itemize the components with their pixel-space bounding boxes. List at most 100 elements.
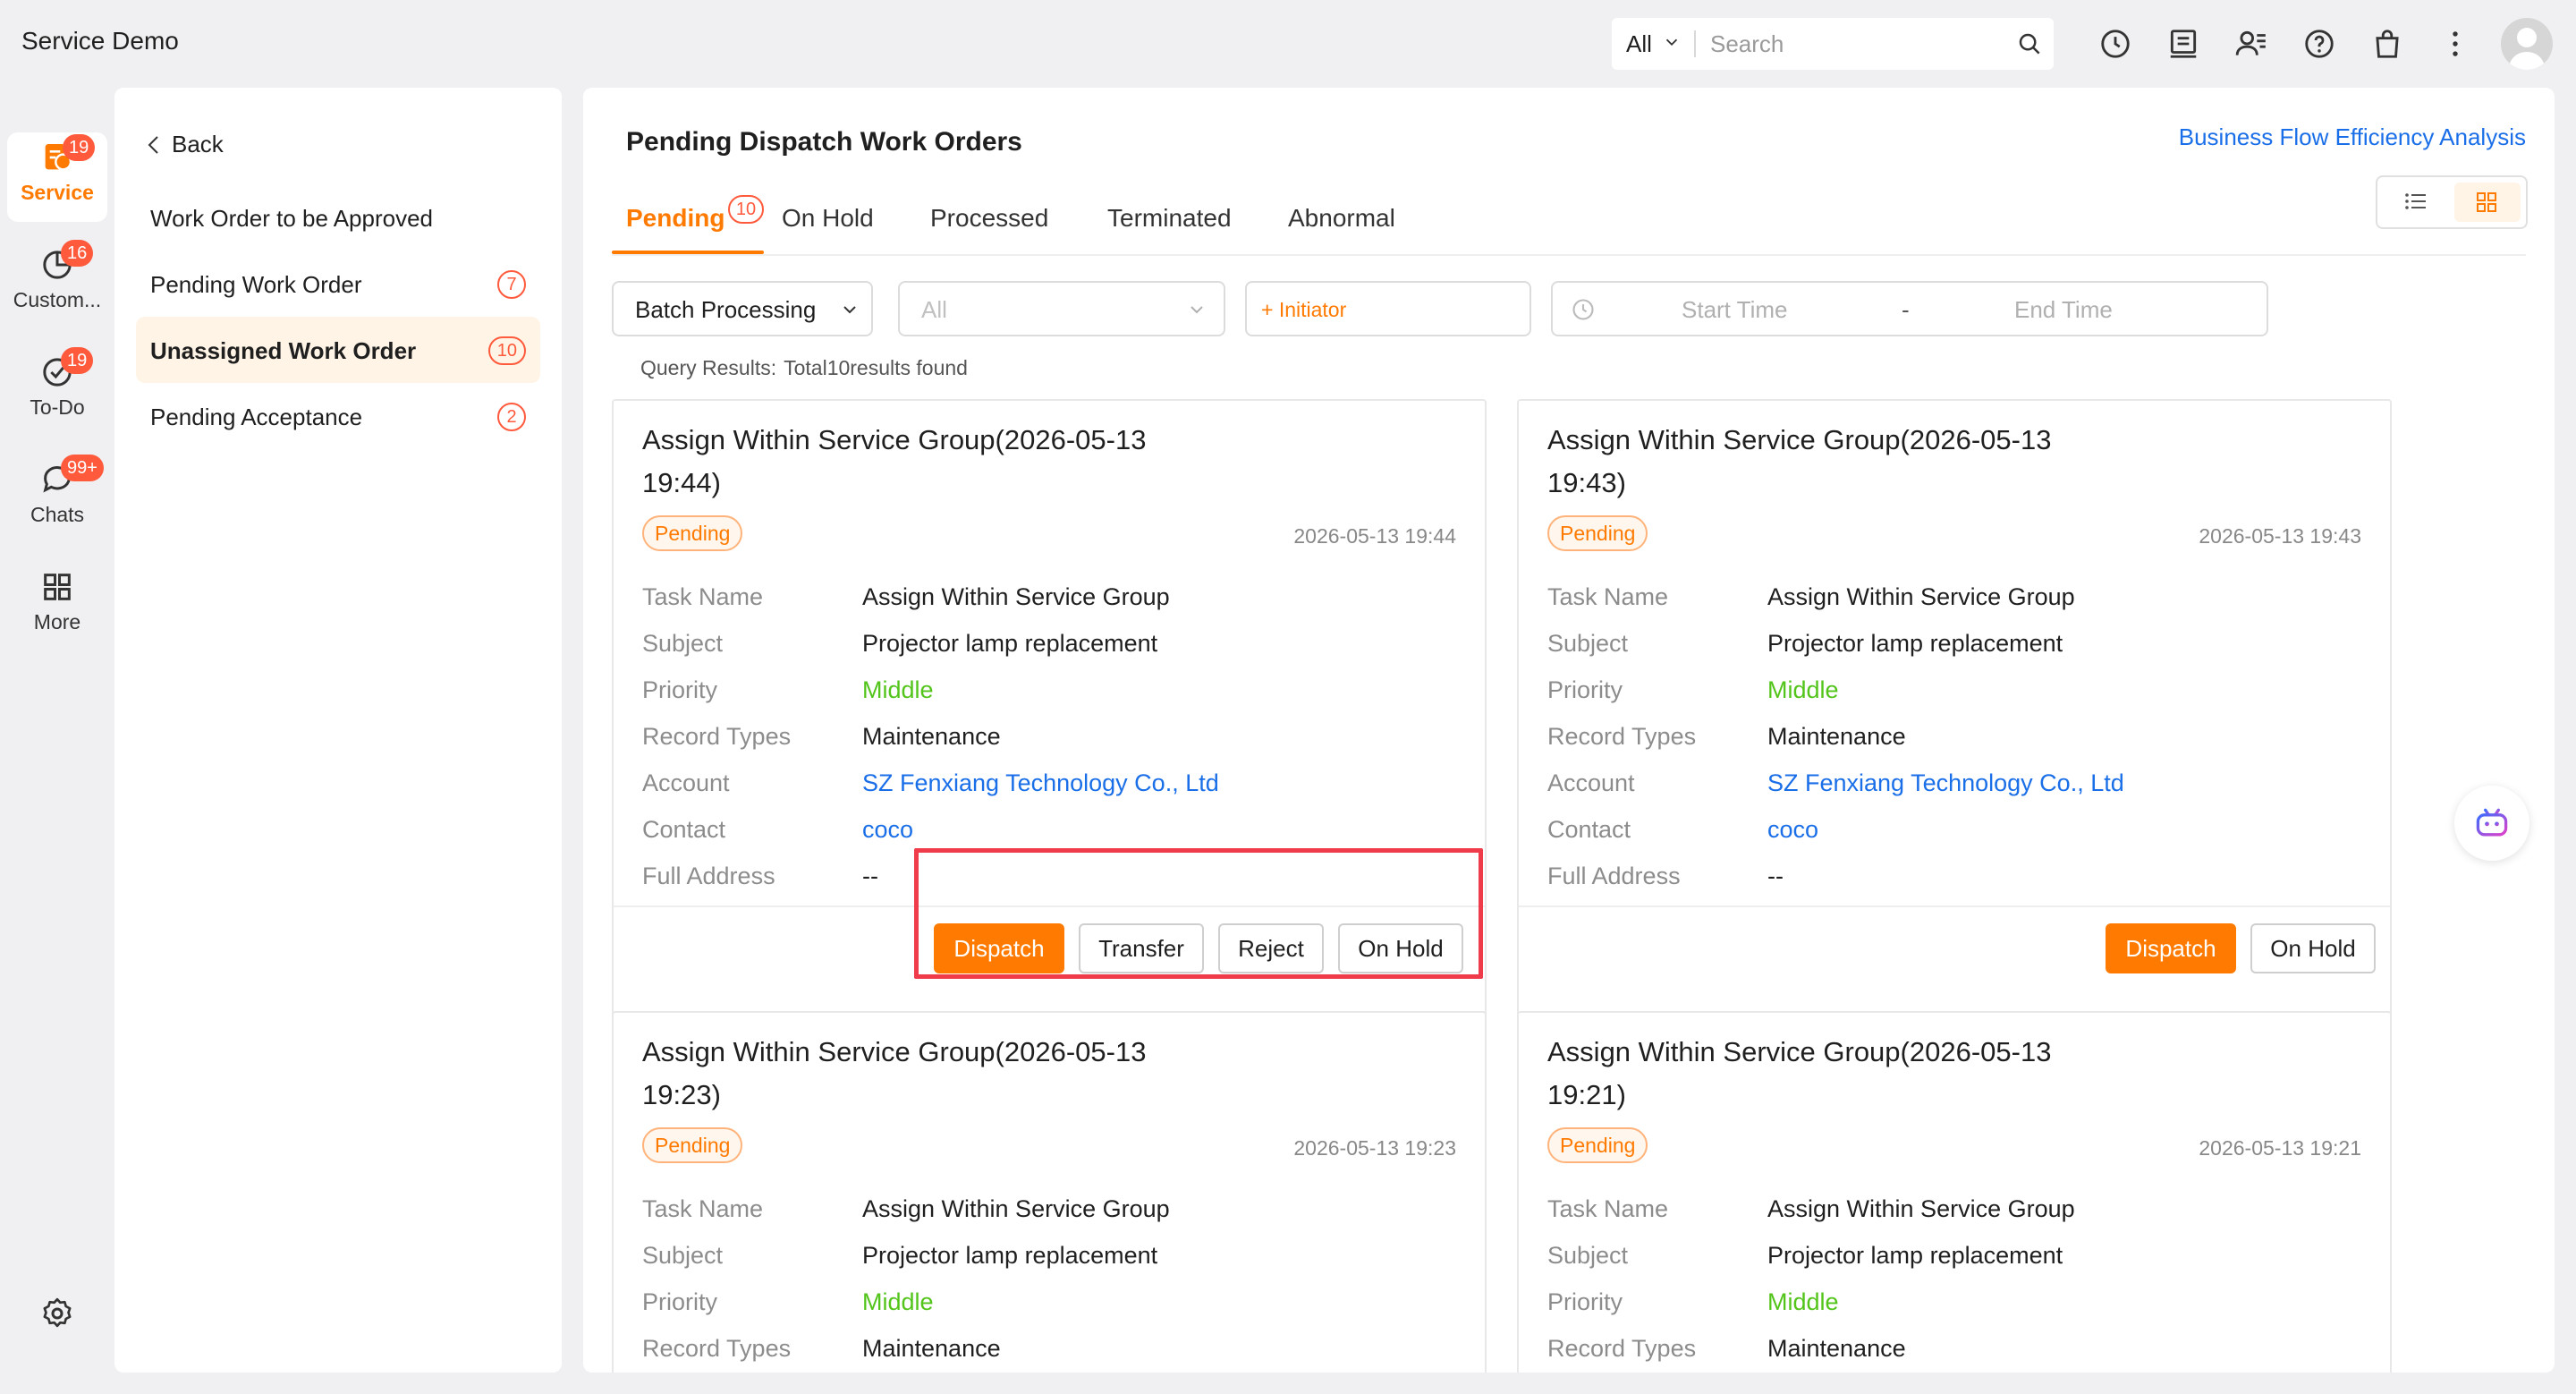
tab-processed[interactable]: Processed [930,204,1048,233]
field-value-record-types: Maintenance [862,1335,1001,1362]
rail-label-customers: Custom... [13,288,102,311]
top-bar: Service Demo All Search [0,0,2576,86]
field-label-subject: Subject [642,1242,724,1269]
shopping-bag-icon[interactable] [2370,27,2404,61]
tab-terminated[interactable]: Terminated [1107,204,1232,233]
status-badge: Pending [642,1127,743,1163]
rail-item-todo[interactable]: To-Do [0,354,114,420]
app-title: Service Demo [21,27,179,55]
field-label-record-types: Record Types [1547,1335,1697,1362]
back-button[interactable]: Back [145,131,224,158]
search-icon[interactable] [2016,30,2043,57]
field-label-task-name: Task Name [1547,583,1669,610]
query-results-value: Total10results found [784,356,968,379]
count-badge: 10 [487,336,526,365]
field-label-account: Account [642,769,730,796]
field-label-subject: Subject [1547,630,1629,657]
field-label-contact: Contact [1547,816,1631,843]
field-value-full-address: -- [1767,863,1784,889]
contact-link[interactable]: coco [862,816,913,844]
contact-link[interactable]: coco [1767,816,1818,844]
gear-icon[interactable] [39,1296,75,1331]
avatar[interactable] [2501,18,2553,70]
field-value-task-name: Assign Within Service Group [1767,1195,2075,1222]
add-initiator-button[interactable]: + Initiator [1261,298,1346,322]
card-title: Assign Within Service Group(2026-05-13 1… [1547,1036,2052,1110]
global-search[interactable]: All Search [1612,18,2054,70]
rail-item-customers[interactable]: Custom... [0,247,114,312]
business-flow-analysis-link[interactable]: Business Flow Efficiency Analysis [2179,123,2526,151]
rail-item-service[interactable]: Service [0,140,114,205]
field-value-priority: Middle [862,676,934,703]
field-label-record-types: Record Types [642,1335,792,1362]
sidebar-item-label: Unassigned Work Order [150,337,417,364]
chevron-down-icon [843,306,856,314]
card-view-button[interactable] [2454,183,2521,222]
sidebar-item-work-order-to-be-approved[interactable]: Work Order to be Approved [136,184,540,251]
more-vertical-icon[interactable] [2438,27,2472,61]
initiator-filter[interactable]: + Initiator [1245,281,1531,336]
sidebar-panel: Back Work Order to be Approved Pending W… [114,88,562,1373]
search-scope-select[interactable]: All [1626,30,1652,58]
tab-pending[interactable]: Pending [626,204,724,233]
query-results-label: Query Results: [640,356,777,379]
rail-badge-service: 19 [63,134,96,161]
dispatch-button[interactable]: Dispatch [2106,923,2236,973]
field-label-subject: Subject [642,630,724,657]
sidebar-item-unassigned-work-order[interactable]: Unassigned Work Order 10 [136,317,540,383]
list-view-button[interactable] [2383,183,2449,222]
ai-assistant-button[interactable] [2454,786,2529,861]
chevron-down-icon [1191,306,1203,314]
rail-label-service: Service [21,181,94,204]
card-timestamp: 2026-05-13 19:23 [1293,1136,1456,1160]
tab-on-hold[interactable]: On Hold [782,204,874,233]
rail-badge-todo: 19 [61,347,94,374]
chevron-down-icon[interactable] [1662,32,1682,52]
contacts-icon[interactable] [2234,27,2268,61]
field-value-task-name: Assign Within Service Group [862,1195,1170,1222]
rail-item-more[interactable]: More [0,569,114,634]
field-value-subject: Projector lamp replacement [1767,630,2063,657]
main-panel: Pending Dispatch Work Orders Business Fl… [583,88,2555,1373]
robot-icon [2476,808,2508,837]
rail-label-more: More [33,610,81,633]
batch-processing-label: Batch Processing [635,296,817,323]
field-value-task-name: Assign Within Service Group [1767,583,2075,610]
search-input[interactable]: Search [1710,30,1784,58]
report-icon[interactable] [2166,27,2200,61]
active-tab-indicator [612,251,764,254]
clock-icon [1572,299,1594,320]
status-select-placeholder: All [921,296,947,323]
user-avatar-icon [2508,28,2546,70]
field-label-subject: Subject [1547,1242,1629,1269]
sidebar-item-pending-work-order[interactable]: Pending Work Order 7 [136,251,540,317]
tab-abnormal[interactable]: Abnormal [1288,204,1395,233]
on-hold-button[interactable]: On Hold [2250,923,2376,973]
start-time-input[interactable]: Start Time [1682,296,1787,324]
field-label-record-types: Record Types [642,723,792,750]
work-order-card[interactable]: Assign Within Service Group(2026-05-13 1… [612,1011,1487,1373]
field-value-priority: Middle [1767,1288,1839,1315]
field-label-full-address: Full Address [1547,863,1681,889]
work-order-card[interactable]: Assign Within Service Group(2026-05-13 1… [1517,1011,2392,1373]
rail-badge-chats: 99+ [61,455,104,481]
time-range-picker[interactable]: Start Time - End Time [1551,281,2268,336]
card-timestamp: 2026-05-13 19:21 [2199,1136,2361,1160]
field-label-priority: Priority [642,1288,718,1315]
sidebar-item-pending-acceptance[interactable]: Pending Acceptance 2 [136,383,540,449]
work-order-card[interactable]: Assign Within Service Group(2026-05-13 1… [1517,399,2392,1072]
status-badge: Pending [1547,1127,1648,1163]
status-select[interactable]: All [898,281,1225,336]
field-label-full-address: Full Address [642,863,775,889]
account-link[interactable]: SZ Fenxiang Technology Co., Ltd [862,769,1219,797]
field-value-subject: Projector lamp replacement [862,1242,1158,1269]
view-toggle [2376,175,2528,229]
account-link[interactable]: SZ Fenxiang Technology Co., Ltd [1767,769,2124,797]
tabs-divider [612,254,2526,256]
history-icon[interactable] [2098,27,2132,61]
batch-processing-dropdown[interactable]: Batch Processing [612,281,873,336]
rail-badge-customers: 16 [61,240,94,267]
end-time-input[interactable]: End Time [2014,296,2113,324]
field-value-subject: Projector lamp replacement [862,630,1158,657]
help-icon[interactable] [2302,27,2336,61]
